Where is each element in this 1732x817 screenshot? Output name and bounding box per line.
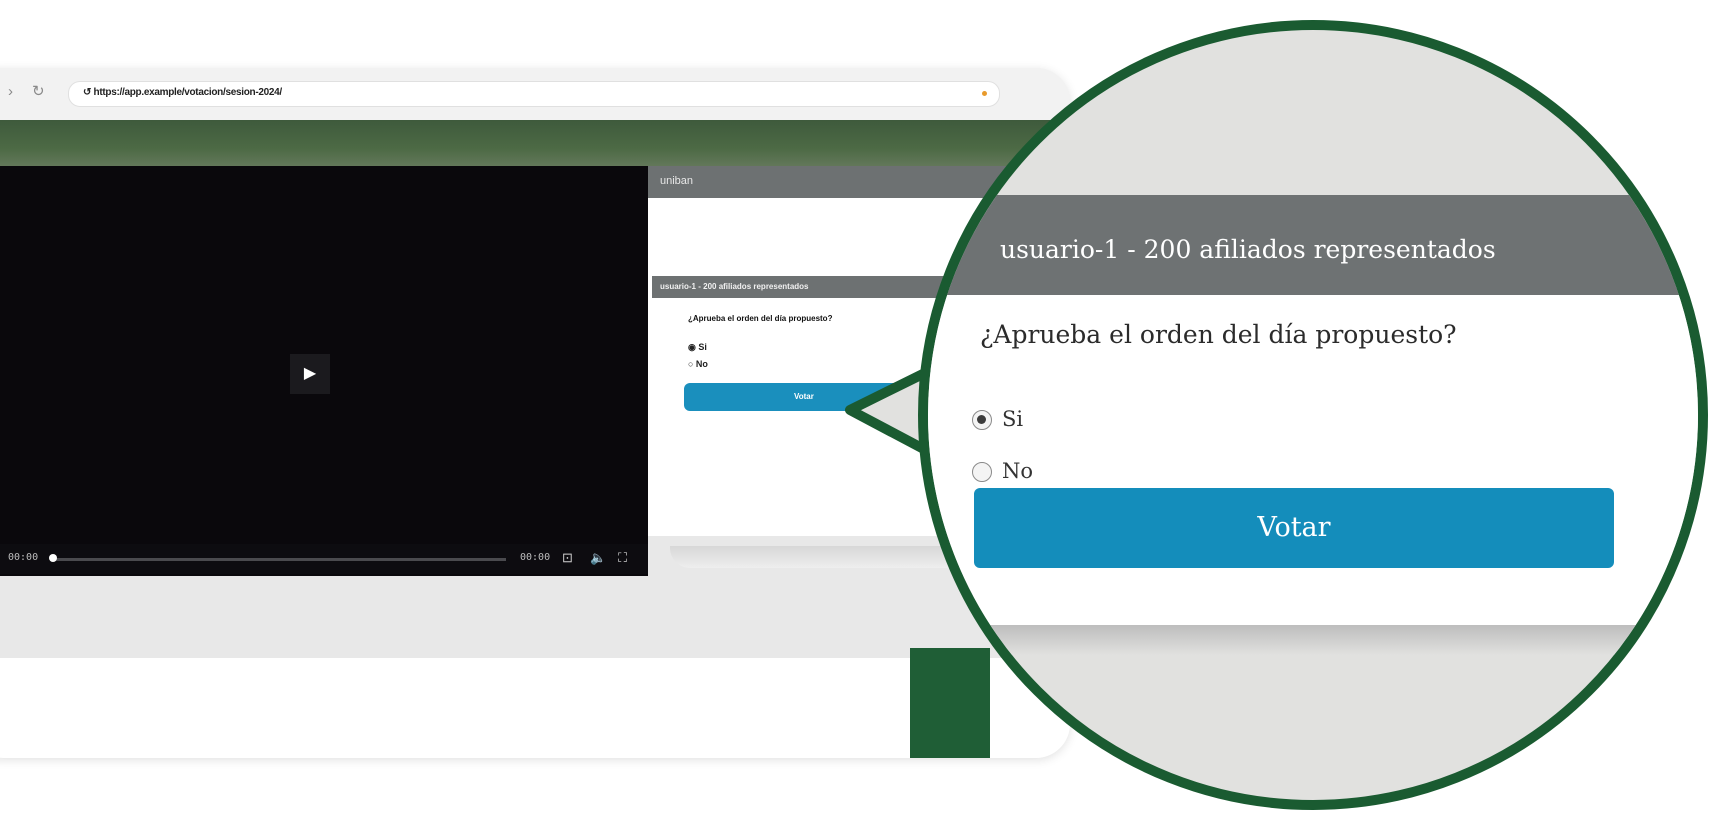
mini-option-no[interactable]: ○ No (688, 359, 708, 369)
video-player[interactable]: ▶ 00:00 00:00 ⊡ 🔈 ⛶ (0, 166, 648, 576)
total-time: 00:00 (520, 552, 551, 563)
mini-question: ¿Aprueba el orden del día propuesto? (688, 314, 833, 323)
green-accent-block (910, 648, 990, 758)
volume-icon[interactable]: 🔈 (590, 550, 606, 566)
back-icon[interactable]: › (8, 82, 13, 102)
video-controls: 00:00 00:00 ⊡ 🔈 ⛶ (0, 544, 648, 574)
vote-button-label: Votar (1257, 512, 1331, 543)
play-button[interactable]: ▶ (290, 354, 330, 394)
zoomed-question: ¿Aprueba el orden del día propuesto? (980, 320, 1457, 349)
mini-vote-label: Votar (794, 392, 814, 401)
radio-si[interactable] (972, 410, 992, 430)
browser-toolbar: › ↻ ↺ https://app.example/votacion/sesio… (0, 68, 1070, 120)
mini-option-si[interactable]: ◉ Si (688, 342, 707, 353)
progress-handle[interactable] (49, 554, 57, 562)
progress-bar[interactable] (56, 558, 506, 561)
mini-user-text: usuario-1 - 200 afiliados representados (660, 282, 809, 291)
panel-title: uniban (660, 175, 694, 187)
captions-icon[interactable]: ⊡ (562, 550, 573, 566)
address-bar[interactable]: ↺ https://app.example/votacion/sesion-20… (68, 81, 1000, 107)
current-time: 00:00 (8, 552, 39, 563)
zoomed-panel-shadow (928, 625, 1698, 655)
fullscreen-icon[interactable]: ⛶ (618, 550, 627, 566)
url-text: ↺ https://app.example/votacion/sesion-20… (83, 87, 282, 98)
status-dot-icon (982, 91, 987, 96)
browser-window: › ↻ ↺ https://app.example/votacion/sesio… (0, 68, 1070, 758)
vote-button[interactable]: Votar (974, 488, 1614, 568)
radio-no[interactable] (972, 462, 992, 482)
zoomed-user-text: usuario-1 - 200 afiliados representados (1000, 235, 1496, 264)
magnifier-callout: usuario-1 - 200 afiliados representados … (918, 20, 1708, 810)
option-si-label: Si (1002, 407, 1024, 431)
option-no-label: No (1002, 459, 1034, 483)
reload-icon[interactable]: ↻ (32, 82, 45, 102)
